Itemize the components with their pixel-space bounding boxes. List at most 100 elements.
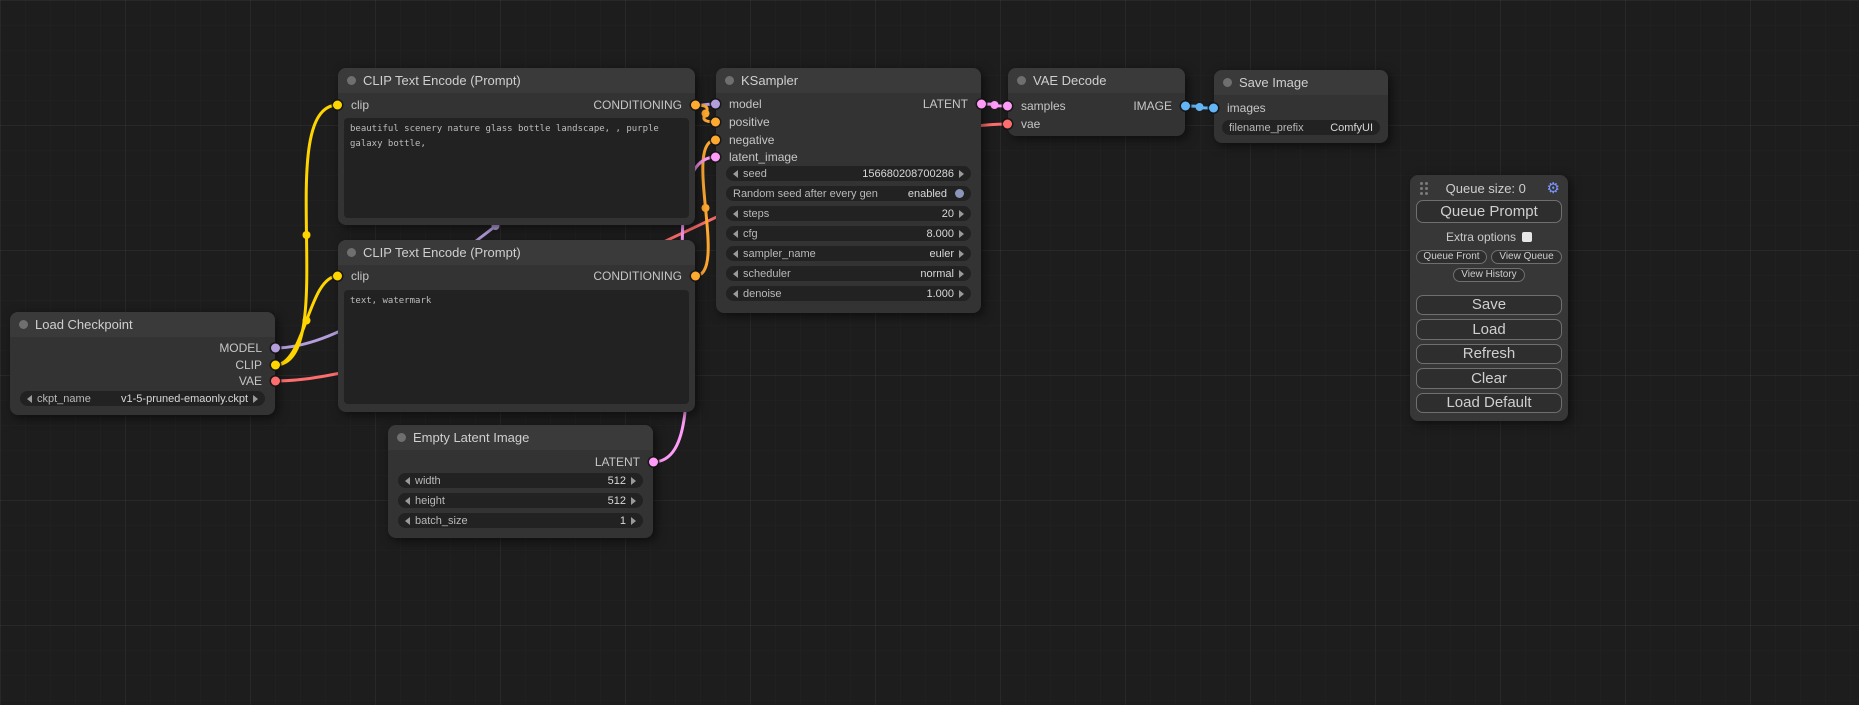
node-empty-latent-image[interactable]: Empty Latent Image LATENT width 512 heig… [388, 425, 653, 538]
increment-icon[interactable] [959, 250, 964, 258]
increment-icon[interactable] [959, 270, 964, 278]
decrement-icon[interactable] [405, 477, 410, 485]
widget-random-seed[interactable]: Random seed after every gen enabled [726, 186, 971, 201]
positive-prompt-textarea[interactable]: beautiful scenery nature glass bottle la… [344, 118, 689, 218]
widget-label: height [415, 495, 445, 507]
widget-label: ckpt_name [37, 393, 91, 405]
node-save-image[interactable]: Save Image images filename_prefix ComfyU… [1214, 70, 1388, 143]
load-default-button[interactable]: Load Default [1416, 393, 1562, 413]
widget-seed[interactable]: seed 156680208700286 [726, 166, 971, 181]
input-dot-positive[interactable] [711, 118, 720, 127]
output-slot-image: IMAGE [1079, 98, 1185, 114]
extra-options-checkbox[interactable] [1522, 232, 1532, 242]
node-clip-text-encode-positive[interactable]: CLIP Text Encode (Prompt) clip CONDITION… [338, 68, 695, 225]
input-slot-latent-image: latent_image [716, 149, 875, 165]
input-dot-model[interactable] [711, 100, 720, 109]
input-dot-samples[interactable] [1003, 102, 1012, 111]
output-dot-image[interactable] [1181, 102, 1190, 111]
node-titlebar[interactable]: Save Image [1214, 70, 1388, 95]
increment-icon[interactable] [959, 210, 964, 218]
widget-label: width [415, 475, 441, 487]
load-button[interactable]: Load [1416, 319, 1562, 339]
refresh-button[interactable]: Refresh [1416, 344, 1562, 364]
node-titlebar[interactable]: Empty Latent Image [388, 425, 653, 450]
decrement-icon[interactable] [733, 170, 738, 178]
widget-sampler-name[interactable]: sampler_name euler [726, 246, 971, 261]
decrement-icon[interactable] [733, 230, 738, 238]
output-dot-conditioning[interactable] [691, 272, 700, 281]
link-midpoint-dot-negative-conditioning [702, 204, 710, 212]
settings-gear-icon[interactable]: ⚙ [1545, 181, 1562, 196]
increment-icon[interactable] [959, 290, 964, 298]
collapse-dot[interactable] [725, 76, 734, 85]
clear-button[interactable]: Clear [1416, 368, 1562, 388]
output-dot-latent[interactable] [649, 458, 658, 467]
node-titlebar[interactable]: Load Checkpoint [10, 312, 275, 337]
link-midpoint-dot-clip-to-negative-encode [303, 317, 311, 325]
decrement-icon[interactable] [733, 250, 738, 258]
increment-icon[interactable] [959, 170, 964, 178]
output-dot-conditioning[interactable] [691, 101, 700, 110]
negative-prompt-textarea[interactable]: text, watermark [344, 290, 689, 404]
node-titlebar[interactable]: KSampler [716, 68, 981, 93]
widget-label: denoise [743, 288, 782, 300]
decrement-icon[interactable] [27, 395, 32, 403]
widget-scheduler[interactable]: scheduler normal [726, 266, 971, 281]
collapse-dot[interactable] [1017, 76, 1026, 85]
output-dot-model[interactable] [271, 344, 280, 353]
input-dot-vae[interactable] [1003, 120, 1012, 129]
widget-value: 20 [942, 208, 954, 220]
output-dot-clip[interactable] [271, 361, 280, 370]
node-load-checkpoint[interactable]: Load Checkpoint MODEL CLIP VAE ckpt_name… [10, 312, 275, 415]
decrement-icon[interactable] [405, 497, 410, 505]
decrement-icon[interactable] [733, 210, 738, 218]
node-vae-decode[interactable]: VAE Decode samples vae IMAGE [1008, 68, 1185, 136]
queue-front-button[interactable]: Queue Front [1416, 250, 1487, 264]
node-ksampler[interactable]: KSampler model positive negative latent_… [716, 68, 981, 313]
input-label: images [1227, 101, 1266, 115]
queue-prompt-button[interactable]: Queue Prompt [1416, 200, 1562, 222]
increment-icon[interactable] [253, 395, 258, 403]
increment-icon[interactable] [631, 477, 636, 485]
collapse-dot[interactable] [1223, 78, 1232, 87]
output-dot-vae[interactable] [271, 377, 280, 386]
input-dot-clip[interactable] [333, 272, 342, 281]
node-graph-canvas[interactable]: { "colors": { "MODEL": "#B39DDB", "CLIP"… [0, 0, 1859, 705]
decrement-icon[interactable] [733, 290, 738, 298]
widget-width[interactable]: width 512 [398, 473, 643, 488]
widget-ckpt-name[interactable]: ckpt_name v1-5-pruned-emaonly.ckpt [20, 391, 265, 406]
output-slot-clip: CLIP [116, 357, 275, 373]
view-queue-button[interactable]: View Queue [1491, 250, 1562, 264]
collapse-dot[interactable] [19, 320, 28, 329]
widget-denoise[interactable]: denoise 1.000 [726, 286, 971, 301]
view-history-button[interactable]: View History [1453, 268, 1525, 282]
decrement-icon[interactable] [405, 517, 410, 525]
increment-icon[interactable] [959, 230, 964, 238]
collapse-dot[interactable] [347, 248, 356, 257]
output-dot-latent[interactable] [977, 100, 986, 109]
input-dot-images[interactable] [1209, 104, 1218, 113]
drag-handle-icon[interactable] [1420, 187, 1423, 190]
input-dot-negative[interactable] [711, 136, 720, 145]
widget-cfg[interactable]: cfg 8.000 [726, 226, 971, 241]
node-clip-text-encode-negative[interactable]: CLIP Text Encode (Prompt) clip CONDITION… [338, 240, 695, 412]
widget-steps[interactable]: steps 20 [726, 206, 971, 221]
input-dot-latent-image[interactable] [711, 153, 720, 162]
increment-icon[interactable] [631, 497, 636, 505]
widget-filename-prefix[interactable]: filename_prefix ComfyUI [1222, 120, 1380, 135]
widget-label: scheduler [743, 268, 791, 280]
decrement-icon[interactable] [733, 270, 738, 278]
widget-batch-size[interactable]: batch_size 1 [398, 513, 643, 528]
save-button[interactable]: Save [1416, 295, 1562, 315]
toggle-dot[interactable] [955, 189, 964, 198]
extra-options-label: Extra options [1446, 230, 1516, 244]
node-titlebar[interactable]: VAE Decode [1008, 68, 1185, 93]
collapse-dot[interactable] [347, 76, 356, 85]
widget-height[interactable]: height 512 [398, 493, 643, 508]
collapse-dot[interactable] [397, 433, 406, 442]
link-midpoint-dot-clip-to-positive-encode [303, 231, 311, 239]
node-titlebar[interactable]: CLIP Text Encode (Prompt) [338, 240, 695, 265]
increment-icon[interactable] [631, 517, 636, 525]
input-dot-clip[interactable] [333, 101, 342, 110]
node-titlebar[interactable]: CLIP Text Encode (Prompt) [338, 68, 695, 93]
